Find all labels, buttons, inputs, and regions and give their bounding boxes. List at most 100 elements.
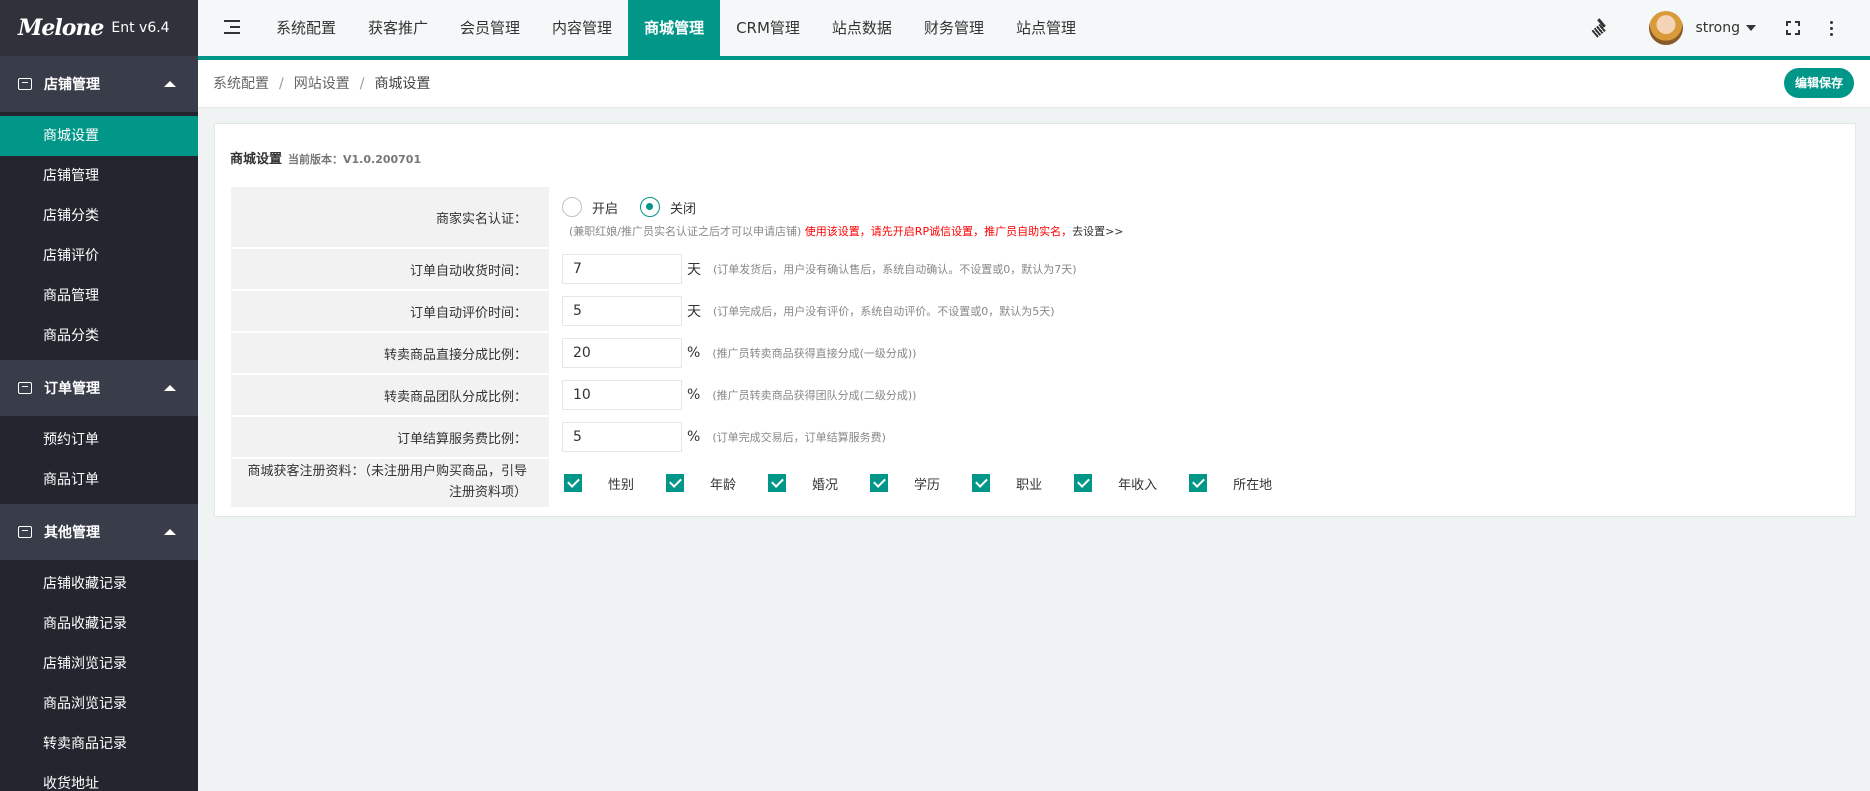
checkbox-income[interactable]: 年收入 — [1074, 474, 1157, 493]
radio-label: 开启 — [592, 201, 619, 217]
shop-icon — [18, 526, 32, 538]
breadcrumb-item[interactable]: 系统配置 — [213, 76, 269, 92]
checkbox-gender[interactable]: 性别 — [564, 474, 634, 493]
sidebar-item-shop-favorites[interactable]: 店铺收藏记录 — [0, 564, 198, 604]
radio-realname-on[interactable]: 开启 — [562, 197, 618, 217]
breadcrumb-separator: / — [359, 76, 365, 92]
radio-checked-icon — [640, 197, 661, 217]
breadcrumb: 系统配置 / 网站设置 / 商城设置 — [213, 60, 430, 108]
field-tip: (订单完成后，用户没有评价，系统自动评价。不设置或0，默认为5天) — [713, 305, 1055, 318]
checkbox-age[interactable]: 年龄 — [666, 474, 736, 493]
checkbox-checked-icon — [972, 474, 991, 492]
tab-mall[interactable]: 商城管理 — [628, 0, 721, 56]
realname-note-warning: 使用该设置，请先开启RP诚信设置，推广员自助实名， — [804, 225, 1073, 238]
logo-wordmark: Melone — [18, 15, 104, 41]
sidebar-item-mall-settings[interactable]: 商城设置 — [0, 116, 198, 156]
tab-content[interactable]: 内容管理 — [536, 0, 628, 56]
save-button[interactable]: 编辑保存 — [1783, 68, 1854, 98]
sidebar-item-goods-orders[interactable]: 商品订单 — [0, 460, 198, 500]
sidebar-item-shop-review[interactable]: 店铺评价 — [0, 236, 198, 276]
checkbox-label: 年龄 — [710, 477, 737, 493]
menu-toggle-icon[interactable] — [224, 20, 240, 34]
unit-label: % — [687, 429, 701, 445]
tab-system-config[interactable]: 系统配置 — [260, 0, 352, 56]
unit-label: % — [687, 345, 701, 361]
field-tip: (推广员转卖商品获得直接分成(一级分成)) — [712, 347, 917, 360]
checkbox-education[interactable]: 学历 — [870, 474, 940, 493]
sidebar-item-goods-favorites[interactable]: 商品收藏记录 — [0, 604, 198, 644]
checkbox-marital[interactable]: 婚况 — [768, 474, 838, 493]
sidebar-group-title: 店铺管理 — [44, 77, 100, 93]
settings-form: 商家实名认证： 开启 关闭 (兼职红娘/推广员实名认证之后才可以申请店铺) 使用… — [231, 187, 1841, 509]
realname-note: (兼职红娘/推广员实名认证之后才可以申请店铺) 使用该设置，请先开启RP诚信设置… — [562, 223, 1124, 239]
chevron-down-icon[interactable] — [1746, 25, 1756, 31]
breadcrumb-bar: 系统配置 / 网站设置 / 商城设置 编辑保存 — [198, 60, 1870, 108]
top-nav: 系统配置 获客推广 会员管理 内容管理 商城管理 CRM管理 站点数据 财务管理… — [260, 0, 1092, 56]
field-tip: (订单发货后，用户没有确认售后，系统自动确认。不设置或0，默认为7天) — [713, 263, 1077, 276]
form-row-realname: 商家实名认证： 开启 关闭 (兼职红娘/推广员实名认证之后才可以申请店铺) 使用… — [231, 187, 1841, 247]
sidebar-group-header-other[interactable]: 其他管理 — [0, 504, 198, 560]
unit-label: 天 — [687, 262, 701, 278]
auto-receive-days-input[interactable] — [562, 254, 682, 284]
tab-members[interactable]: 会员管理 — [444, 0, 536, 56]
service-fee-input[interactable] — [562, 422, 682, 452]
shop-icon — [18, 382, 32, 394]
checkbox-checked-icon — [1074, 474, 1093, 492]
checkbox-location[interactable]: 所在地 — [1189, 474, 1272, 493]
fullscreen-icon[interactable] — [1786, 21, 1800, 35]
clear-cache-icon[interactable] — [1591, 18, 1611, 38]
sidebar-item-booking-orders[interactable]: 预约订单 — [0, 420, 198, 460]
checkbox-checked-icon — [564, 474, 582, 492]
tab-promotion[interactable]: 获客推广 — [352, 0, 444, 56]
sidebar-item-shop-category[interactable]: 店铺分类 — [0, 196, 198, 236]
sidebar-group-header-shop[interactable]: 店铺管理 — [0, 56, 198, 112]
caret-up-icon — [164, 81, 176, 87]
checkbox-label: 职业 — [1016, 477, 1043, 493]
form-row-auto-receive: 订单自动收货时间： 天 (订单发货后，用户没有确认售后，系统自动确认。不设置或0… — [231, 249, 1841, 289]
sidebar: Melone Ent v6.4 店铺管理 商城设置 店铺管理 店铺分类 店铺评价… — [0, 0, 198, 791]
auto-review-days-input[interactable] — [562, 296, 682, 326]
sidebar-group-header-orders[interactable]: 订单管理 — [0, 360, 198, 416]
radio-icon — [562, 197, 582, 217]
breadcrumb-separator: / — [279, 76, 284, 92]
app-logo[interactable]: Melone Ent v6.4 — [0, 0, 198, 56]
form-row-service-fee: 订单结算服务费比例： % (订单完成交易后，订单结算服务费) — [231, 417, 1841, 457]
field-label: 转卖商品团队分成比例： — [231, 375, 549, 415]
breadcrumb-item[interactable]: 网站设置 — [294, 76, 350, 92]
sidebar-item-goods-manage[interactable]: 商品管理 — [0, 276, 198, 316]
radio-realname-off[interactable]: 关闭 — [640, 197, 696, 217]
tab-site-manage[interactable]: 站点管理 — [1000, 0, 1092, 56]
sidebar-item-shop-views[interactable]: 店铺浏览记录 — [0, 644, 198, 684]
checkbox-checked-icon — [768, 474, 787, 492]
version-label: 当前版本：V1.0.200701 — [288, 153, 422, 166]
unit-label: 天 — [687, 304, 701, 320]
top-right-tools: strong — [1591, 0, 1870, 56]
app-version: Ent v6.4 — [111, 20, 170, 36]
sidebar-item-address[interactable]: 收货地址 — [0, 764, 198, 791]
more-vertical-icon[interactable] — [1830, 20, 1834, 36]
sidebar-group-title: 订单管理 — [44, 381, 100, 397]
tab-crm[interactable]: CRM管理 — [720, 0, 816, 56]
radio-label: 关闭 — [670, 201, 697, 217]
avatar[interactable] — [1649, 11, 1684, 45]
field-label: 订单结算服务费比例： — [231, 417, 549, 457]
checkbox-label: 婚况 — [812, 477, 839, 493]
goto-settings-link[interactable]: 去设置>> — [1072, 225, 1123, 238]
sidebar-item-goods-views[interactable]: 商品浏览记录 — [0, 684, 198, 724]
tab-site-data[interactable]: 站点数据 — [816, 0, 908, 56]
breadcrumb-current: 商城设置 — [374, 76, 431, 92]
checkbox-checked-icon — [870, 474, 889, 492]
field-label: 转卖商品直接分成比例： — [231, 333, 549, 373]
tab-finance[interactable]: 财务管理 — [908, 0, 1000, 56]
checkbox-label: 性别 — [608, 477, 635, 493]
sidebar-item-goods-category[interactable]: 商品分类 — [0, 316, 198, 356]
sidebar-item-resale-records[interactable]: 转卖商品记录 — [0, 724, 198, 764]
sidebar-item-shop-manage[interactable]: 店铺管理 — [0, 156, 198, 196]
team-commission-input[interactable] — [562, 380, 682, 410]
direct-commission-input[interactable] — [562, 338, 682, 368]
checkbox-occupation[interactable]: 职业 — [972, 474, 1042, 493]
field-label: 商城获客注册资料：（未注册用户购买商品，引导注册资料项） — [231, 459, 549, 507]
checkbox-checked-icon — [666, 474, 685, 492]
checkbox-label: 年收入 — [1118, 477, 1158, 493]
user-name[interactable]: strong — [1695, 20, 1740, 36]
